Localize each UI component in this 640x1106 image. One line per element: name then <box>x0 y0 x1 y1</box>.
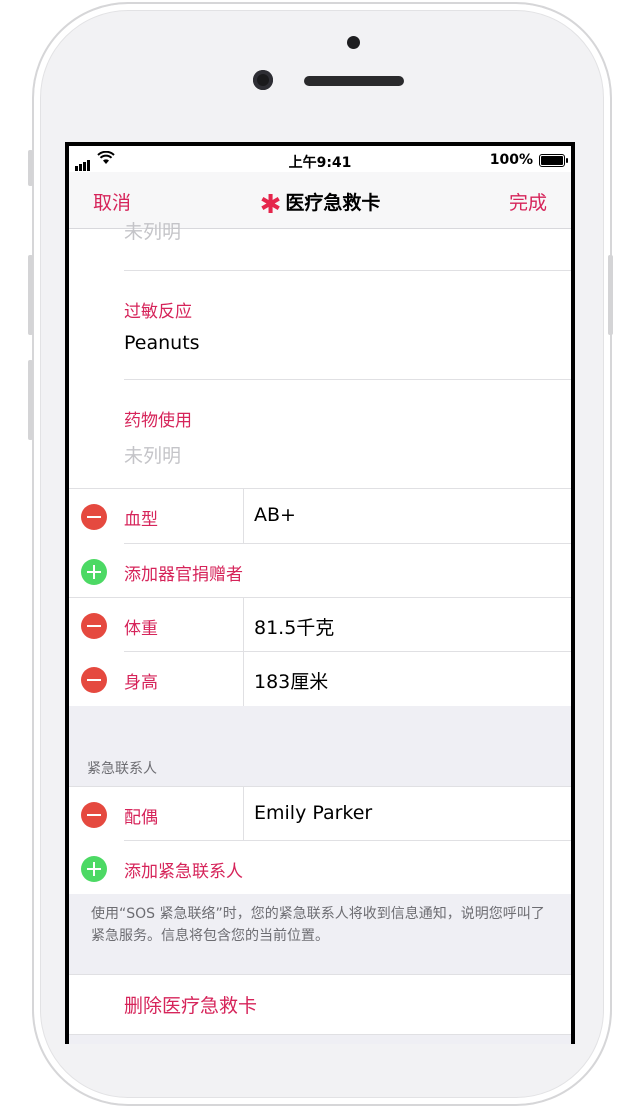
battery-percentage: 100% <box>489 152 533 168</box>
allergies-label: 过敏反应 <box>124 302 192 322</box>
partial-field: 未列明 <box>124 217 571 244</box>
contact-name-value[interactable]: Emily Parker <box>254 802 372 824</box>
done-button[interactable]: 完成 <box>509 188 547 215</box>
divider <box>124 379 571 380</box>
power-button <box>608 255 613 335</box>
medications-value[interactable]: 未列明 <box>124 441 571 468</box>
remove-circle-icon[interactable] <box>81 802 107 828</box>
add-emergency-contact-row[interactable]: 添加紧急联系人 <box>69 841 571 895</box>
blood-type-row[interactable]: 血型 AB+ <box>69 489 571 543</box>
height-label: 身高 <box>124 673 158 693</box>
divider <box>69 974 571 975</box>
blood-type-label: 血型 <box>124 510 158 530</box>
screen: 上午9:41 100% 取消 ✱ 医疗急救卡 完成 未列明 过敏反应 Peanut… <box>65 142 575 1044</box>
section-spacer: 紧急联系人 <box>69 706 571 786</box>
star-of-life-icon: ✱ <box>259 190 282 220</box>
emergency-footnote: 使用“SOS 紧急联络”时，您的紧急联系人将收到信息通知，说明您呼叫了紧急服务。… <box>91 906 545 944</box>
page-title: 医疗急救卡 <box>285 192 381 214</box>
remove-circle-icon[interactable] <box>81 613 107 639</box>
delete-medical-id-button[interactable]: 删除医疗急救卡 <box>124 991 257 1018</box>
column-divider <box>243 598 244 652</box>
medications-field[interactable]: 药物使用 未列明 <box>124 406 571 468</box>
battery-icon <box>539 154 568 167</box>
add-circle-icon[interactable] <box>81 559 107 585</box>
divider <box>124 270 571 271</box>
contact-relationship-label: 配偶 <box>124 808 158 828</box>
emergency-contacts-header: 紧急联系人 <box>87 761 157 777</box>
medical-id-form: 未列明 过敏反应 Peanuts 药物使用 未列明 血型 AB+ 添加器官捐赠者… <box>69 221 571 1044</box>
emergency-contact-row[interactable]: 配偶 Emily Parker <box>69 787 571 841</box>
add-circle-icon[interactable] <box>81 856 107 882</box>
nav-title-group: ✱ 医疗急救卡 <box>69 188 571 220</box>
mute-switch <box>28 150 33 186</box>
add-organ-donor-row[interactable]: 添加器官捐赠者 <box>69 544 571 598</box>
remove-circle-icon[interactable] <box>81 667 107 693</box>
screen-content: 上午9:41 100% 取消 ✱ 医疗急救卡 完成 未列明 过敏反应 Peanut… <box>69 146 571 1044</box>
weight-label: 体重 <box>124 619 158 639</box>
blood-type-value[interactable]: AB+ <box>254 504 296 526</box>
add-organ-donor-label[interactable]: 添加器官捐赠者 <box>124 560 243 585</box>
front-camera <box>253 70 273 90</box>
medications-label: 药物使用 <box>124 411 192 431</box>
column-divider <box>243 787 244 841</box>
allergies-field[interactable]: 过敏反应 Peanuts <box>124 297 571 354</box>
remove-circle-icon[interactable] <box>81 504 107 530</box>
column-divider <box>243 652 244 706</box>
footnote-section: 使用“SOS 紧急联络”时，您的紧急联系人将收到信息通知，说明您呼叫了紧急服务。… <box>69 894 571 974</box>
height-value[interactable]: 183厘米 <box>254 667 328 694</box>
status-bar: 上午9:41 100% <box>69 146 571 172</box>
weight-row[interactable]: 体重 81.5千克 <box>69 598 571 652</box>
proximity-sensor <box>347 36 360 49</box>
allergies-value[interactable]: Peanuts <box>124 332 571 354</box>
weight-value[interactable]: 81.5千克 <box>254 613 334 640</box>
earpiece-speaker <box>304 76 404 86</box>
volume-down-button <box>28 360 33 440</box>
partial-field-value: 未列明 <box>124 221 182 243</box>
height-row[interactable]: 身高 183厘米 <box>69 652 571 706</box>
column-divider <box>243 489 244 543</box>
add-emergency-contact-label[interactable]: 添加紧急联系人 <box>124 857 243 882</box>
volume-up-button <box>28 255 33 335</box>
bottom-spacer <box>69 1035 571 1044</box>
